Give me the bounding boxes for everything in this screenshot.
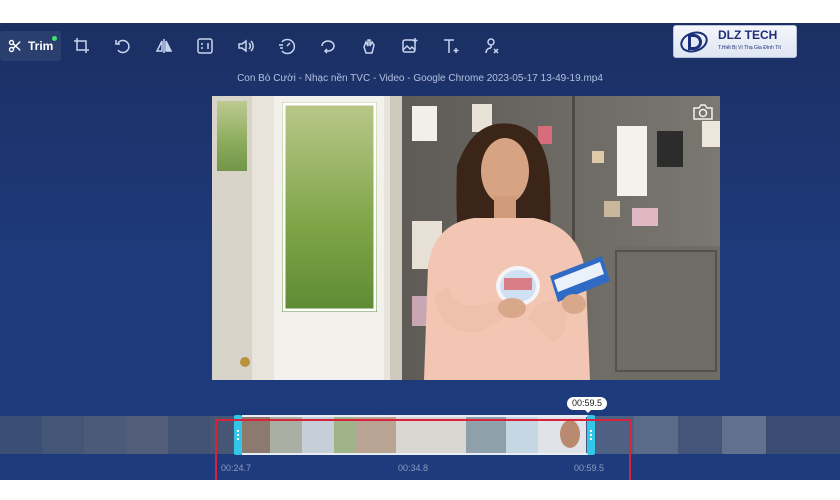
trim-tool-button[interactable]: Trim: [0, 31, 62, 61]
playhead-time: 00:59.5: [567, 397, 607, 413]
loop-icon: [321, 40, 335, 54]
rotate-icon: [115, 39, 130, 54]
video-editor: Trim DLZ TECH T.Hiết Bị Vì Thạ Gia Đình …: [0, 23, 840, 480]
flip-button[interactable]: [143, 31, 184, 61]
rotate-button[interactable]: [102, 31, 143, 61]
toolbar: Trim: [0, 31, 512, 61]
logo-text: DLZ TECH T.Hiết Bị Vì Thạ Gia Đình Tít: [718, 27, 781, 54]
stabilize-icon: [363, 39, 375, 54]
volume-button[interactable]: [225, 31, 266, 61]
scissors-icon: [8, 39, 21, 53]
video-preview[interactable]: [212, 96, 720, 380]
add-image-button[interactable]: [389, 31, 430, 61]
video-title: Con Bò Cười - Nhạc nền TVC - Video - Goo…: [237, 73, 603, 84]
remove-audio-icon: [485, 38, 499, 54]
add-image-icon: [402, 38, 418, 53]
dlz-logo-icon: [680, 31, 708, 52]
brand-logo: DLZ TECH T.Hiết Bị Vì Thạ Gia Đình Tít: [673, 25, 797, 58]
stabilize-button[interactable]: [348, 31, 389, 61]
crop-button[interactable]: [61, 31, 102, 61]
logo-name: DLZ TECH: [718, 27, 778, 42]
video-frame-image: [212, 96, 720, 380]
speed-icon: [278, 38, 295, 55]
aspect-ratio-button[interactable]: [184, 31, 225, 61]
add-text-icon: [443, 39, 459, 53]
aspect-ratio-icon: [197, 38, 213, 54]
trim-label: Trim: [28, 39, 54, 53]
highlight-box: [215, 419, 631, 480]
camera-icon[interactable]: [692, 102, 714, 122]
flip-icon: [155, 39, 173, 53]
add-text-button[interactable]: [430, 31, 471, 61]
loop-button[interactable]: [307, 31, 348, 61]
volume-icon: [238, 39, 254, 53]
logo-tagline: T.Hiết Bị Vì Thạ Gia Đình Tít: [718, 44, 781, 51]
speed-button[interactable]: [266, 31, 307, 61]
active-indicator: [52, 36, 58, 41]
crop-icon: [73, 38, 89, 53]
remove-audio-button[interactable]: [471, 31, 512, 61]
